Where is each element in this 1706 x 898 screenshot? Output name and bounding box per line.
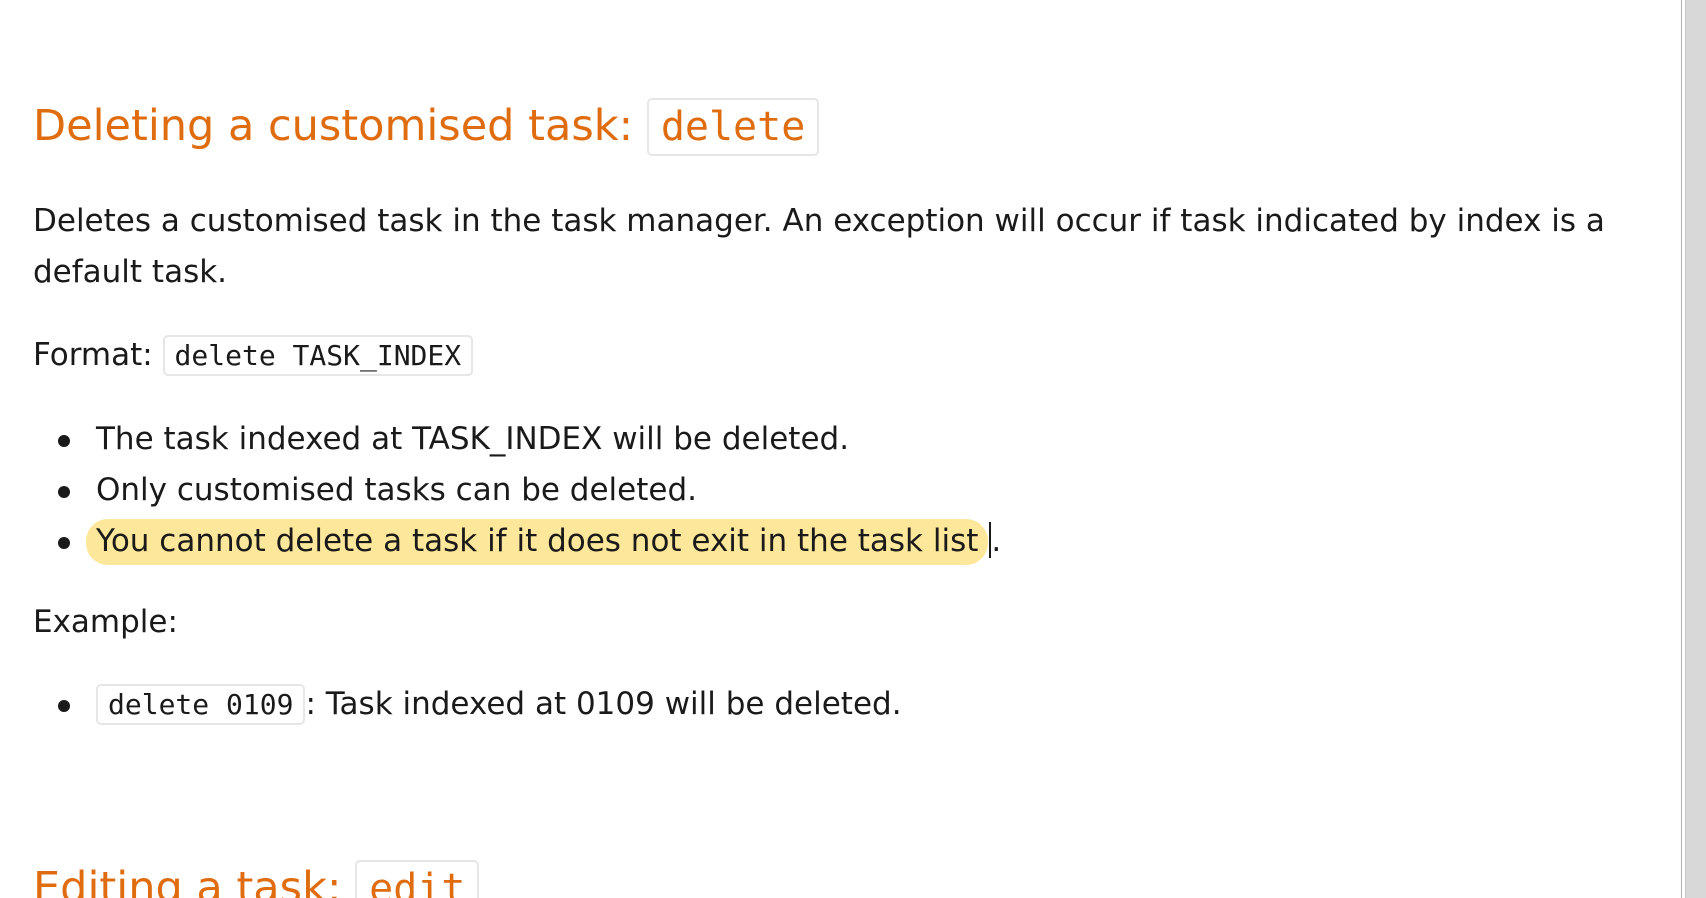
heading-text: Deleting a customised task: — [33, 101, 634, 151]
notes-list-container: The task indexed at TASK_INDEX will be d… — [33, 414, 1001, 567]
example-label-block: Example: — [33, 597, 178, 648]
list-item-highlighted[interactable]: You cannot delete a task if it does not … — [33, 516, 1001, 567]
heading-code: delete — [646, 98, 820, 156]
notes-list: The task indexed at TASK_INDEX will be d… — [33, 414, 1001, 567]
text-highlight[interactable]: You cannot delete a task if it does not … — [86, 519, 989, 565]
format-label: Format: — [33, 337, 153, 373]
examples-list: delete 0109: Task indexed at 0109 will b… — [33, 679, 902, 730]
scrollbar-thumb[interactable] — [1685, 0, 1706, 898]
note-tail: . — [991, 523, 1002, 559]
format-code: delete TASK_INDEX — [162, 335, 474, 376]
note-text: Only customised tasks can be deleted. — [96, 472, 697, 508]
examples-list-container: delete 0109: Task indexed at 0109 will b… — [33, 679, 902, 730]
next-heading: Editing a task: edit — [33, 858, 480, 898]
page-heading: Deleting a customised task: delete — [33, 96, 820, 157]
list-item: Only customised tasks can be deleted. — [33, 465, 1001, 516]
heading-code: edit — [355, 860, 480, 898]
bullet-icon — [58, 486, 70, 498]
description-text: Deletes a customised task in the task ma… — [33, 203, 1605, 290]
format-line: Format: delete TASK_INDEX — [33, 330, 474, 381]
example-text: : Task indexed at 0109 will be deleted. — [305, 686, 902, 722]
document-page: Deleting a customised task: delete Delet… — [0, 0, 1682, 898]
example-label: Example: — [33, 604, 178, 640]
description-block: Deletes a customised task in the task ma… — [33, 196, 1653, 298]
heading-text: Editing a task: — [33, 863, 342, 898]
delete-section-heading: Deleting a customised task: delete — [33, 96, 820, 157]
bullet-icon — [58, 435, 70, 447]
highlighted-note-text: You cannot delete a task if it does not … — [96, 523, 979, 559]
example-code: delete 0109 — [96, 684, 306, 725]
edit-section-heading: Editing a task: edit — [33, 858, 480, 898]
list-item: delete 0109: Task indexed at 0109 will b… — [33, 679, 902, 730]
bullet-icon — [58, 700, 70, 712]
note-text: The task indexed at TASK_INDEX will be d… — [96, 421, 850, 457]
vertical-scrollbar[interactable] — [1682, 0, 1706, 898]
list-item: The task indexed at TASK_INDEX will be d… — [33, 414, 1001, 465]
bullet-icon — [58, 537, 70, 549]
